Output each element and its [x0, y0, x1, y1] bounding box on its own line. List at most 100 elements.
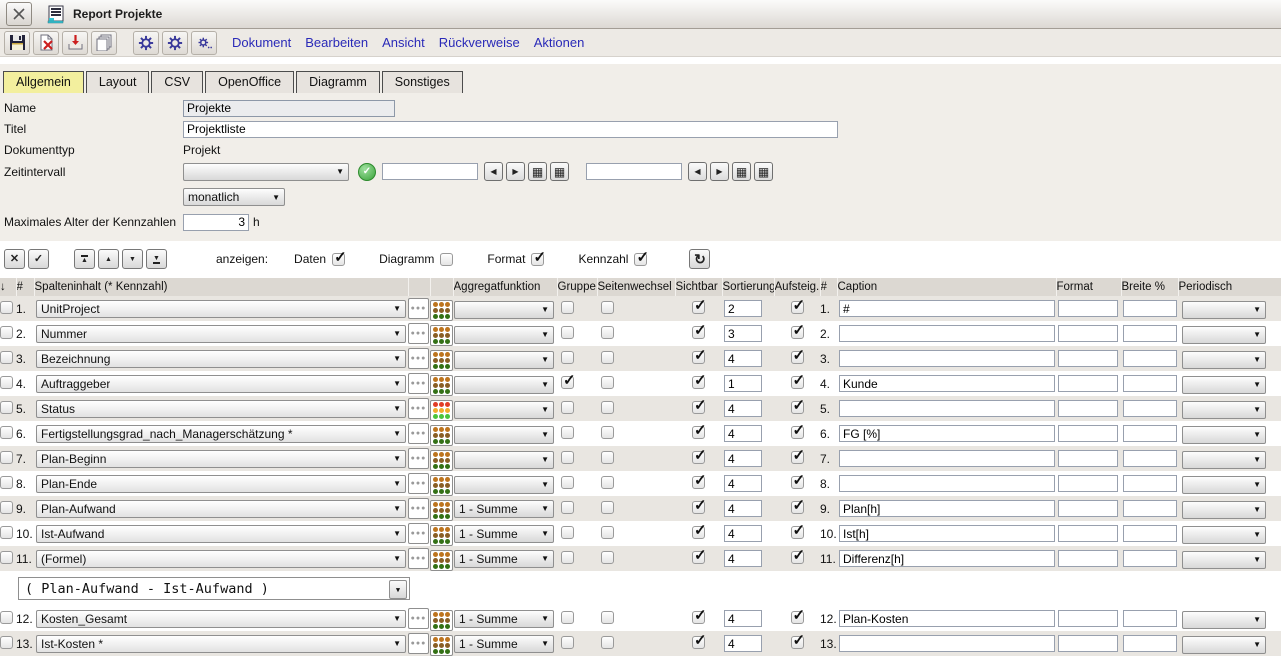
sichtbar-checkbox[interactable]: [692, 301, 705, 314]
breite-input[interactable]: [1123, 550, 1177, 567]
aggregate-select[interactable]: 1 - Summe ▼: [454, 610, 554, 628]
matrix-button[interactable]: [430, 610, 453, 631]
sortierung-input[interactable]: [724, 400, 762, 417]
column-content-select[interactable]: Auftraggeber ▼: [36, 375, 406, 393]
aggregate-select[interactable]: ▼: [454, 476, 554, 494]
sichtbar-checkbox[interactable]: [692, 611, 705, 624]
aufsteig-checkbox[interactable]: [791, 351, 804, 364]
format-input[interactable]: [1058, 525, 1118, 542]
caption-input[interactable]: [839, 350, 1055, 367]
seitenwechsel-checkbox[interactable]: [601, 376, 614, 389]
sichtbar-checkbox[interactable]: [692, 351, 705, 364]
row-select-checkbox[interactable]: [0, 551, 13, 564]
periodisch-select[interactable]: ▼: [1182, 376, 1266, 394]
column-content-select[interactable]: Plan-Aufwand ▼: [36, 500, 406, 518]
periodisch-select[interactable]: ▼: [1182, 426, 1266, 444]
gruppe-checkbox[interactable]: [561, 611, 574, 624]
formula-input[interactable]: ( Plan-Aufwand - Ist-Aufwand ) ▼: [18, 577, 410, 600]
move-down-button[interactable]: ▼: [122, 249, 143, 269]
seitenwechsel-checkbox[interactable]: [601, 636, 614, 649]
more-options-button[interactable]: ●●●: [408, 633, 429, 654]
matrix-button[interactable]: [430, 325, 453, 346]
breite-input[interactable]: [1123, 325, 1177, 342]
aggregate-select[interactable]: 1 - Summe ▼: [454, 635, 554, 653]
more-options-button[interactable]: ●●●: [408, 398, 429, 419]
row-select-checkbox[interactable]: [0, 351, 13, 364]
seitenwechsel-checkbox[interactable]: [601, 476, 614, 489]
sortierung-input[interactable]: [724, 610, 762, 627]
row-select-checkbox[interactable]: [0, 376, 13, 389]
breite-input[interactable]: [1123, 525, 1177, 542]
calendar-icon[interactable]: ▦: [550, 162, 569, 181]
aggregate-select[interactable]: ▼: [454, 426, 554, 444]
more-options-button[interactable]: ●●●: [408, 348, 429, 369]
matrix-button[interactable]: [430, 475, 453, 496]
sortierung-input[interactable]: [724, 350, 762, 367]
references-2-button[interactable]: [162, 31, 188, 55]
aufsteig-checkbox[interactable]: [791, 526, 804, 539]
periodisch-select[interactable]: ▼: [1182, 401, 1266, 419]
max-alter-input[interactable]: [183, 214, 249, 231]
aggregate-select[interactable]: ▼: [454, 351, 554, 369]
titel-input[interactable]: [183, 121, 838, 138]
date-to-prev-button[interactable]: ◀: [688, 162, 707, 181]
more-options-button[interactable]: ●●●: [408, 548, 429, 569]
name-input[interactable]: [183, 100, 395, 117]
caption-input[interactable]: [839, 325, 1055, 342]
caption-input[interactable]: [839, 525, 1055, 542]
gruppe-checkbox[interactable]: [561, 526, 574, 539]
column-content-select[interactable]: Kosten_Gesamt ▼: [36, 610, 406, 628]
periodisch-select[interactable]: ▼: [1182, 476, 1266, 494]
gruppe-checkbox[interactable]: [561, 351, 574, 364]
anzeigen-option-checkbox[interactable]: [440, 253, 453, 266]
menu-item-rueckverweise[interactable]: Rückverweise: [439, 35, 520, 50]
gruppe-checkbox[interactable]: [561, 636, 574, 649]
column-content-select[interactable]: Status ▼: [36, 400, 406, 418]
periodisch-select[interactable]: ▼: [1182, 551, 1266, 569]
references-button[interactable]: [133, 31, 159, 55]
tab-allgemein[interactable]: Allgemein: [3, 71, 84, 93]
format-input[interactable]: [1058, 550, 1118, 567]
breite-input[interactable]: [1123, 300, 1177, 317]
aggregate-select[interactable]: ▼: [454, 451, 554, 469]
refresh-button[interactable]: ↻: [689, 249, 710, 269]
gruppe-checkbox[interactable]: [561, 426, 574, 439]
more-options-button[interactable]: ●●●: [408, 423, 429, 444]
calendar-icon[interactable]: ▦: [528, 162, 547, 181]
gruppe-checkbox[interactable]: [561, 376, 574, 389]
format-input[interactable]: [1058, 375, 1118, 392]
tab-layout[interactable]: Layout: [86, 71, 150, 93]
sortierung-input[interactable]: [724, 475, 762, 492]
column-content-select[interactable]: Bezeichnung ▼: [36, 350, 406, 368]
copy-button[interactable]: [91, 31, 117, 55]
sort-direction-icon[interactable]: ↓: [0, 281, 6, 293]
aggregate-select[interactable]: 1 - Summe ▼: [454, 525, 554, 543]
aufsteig-checkbox[interactable]: [791, 476, 804, 489]
seitenwechsel-checkbox[interactable]: [601, 401, 614, 414]
row-select-checkbox[interactable]: [0, 326, 13, 339]
matrix-button[interactable]: [430, 525, 453, 546]
aufsteig-checkbox[interactable]: [791, 611, 804, 624]
column-content-select[interactable]: Plan-Ende ▼: [36, 475, 406, 493]
caption-input[interactable]: [839, 375, 1055, 392]
gruppe-checkbox[interactable]: [561, 401, 574, 414]
sichtbar-checkbox[interactable]: [692, 476, 705, 489]
move-up-button[interactable]: ▲: [98, 249, 119, 269]
periodisch-select[interactable]: ▼: [1182, 501, 1266, 519]
seitenwechsel-checkbox[interactable]: [601, 551, 614, 564]
format-input[interactable]: [1058, 400, 1118, 417]
row-select-checkbox[interactable]: [0, 426, 13, 439]
matrix-button[interactable]: [430, 500, 453, 521]
row-select-checkbox[interactable]: [0, 526, 13, 539]
zeitintervall-select[interactable]: ▼: [183, 163, 349, 181]
sortierung-input[interactable]: [724, 635, 762, 652]
format-input[interactable]: [1058, 635, 1118, 652]
breite-input[interactable]: [1123, 475, 1177, 492]
more-options-button[interactable]: ●●●: [408, 498, 429, 519]
matrix-button[interactable]: [430, 635, 453, 656]
breite-input[interactable]: [1123, 350, 1177, 367]
formula-dropdown-button[interactable]: ▼: [389, 580, 407, 599]
caption-input[interactable]: [839, 635, 1055, 652]
date-from-input[interactable]: [382, 163, 478, 180]
tab-csv[interactable]: CSV: [151, 71, 203, 93]
